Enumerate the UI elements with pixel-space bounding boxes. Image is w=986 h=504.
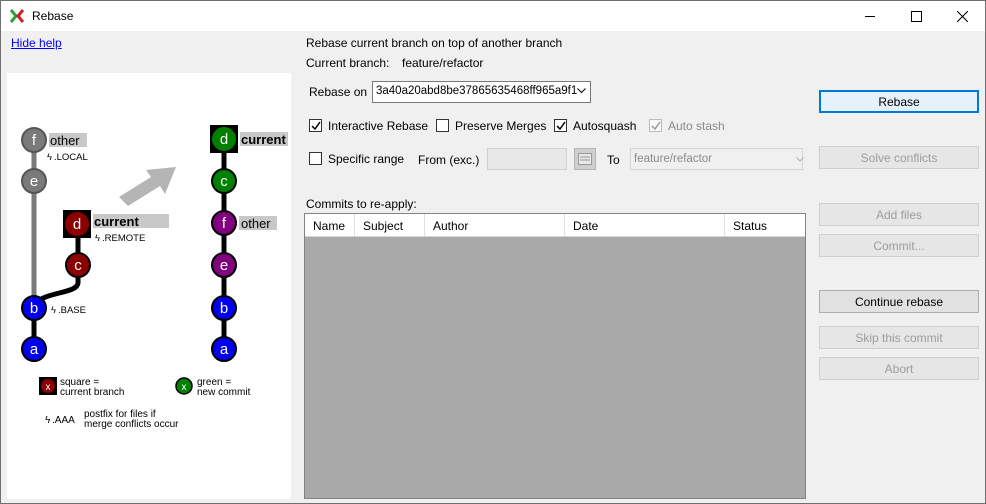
- title-bar: Rebase: [1, 1, 985, 31]
- current-branch-value: feature/refactor: [402, 56, 484, 70]
- close-button[interactable]: [939, 1, 985, 31]
- local-label: .LOCAL: [54, 152, 88, 163]
- rebase-window: Rebase Hide help f other ϟ .LOCAL e d cu…: [0, 0, 986, 504]
- rebase-on-combobox[interactable]: 3a40a20abd8be37865635468ff965a9f1: [372, 81, 591, 103]
- remote-label: .REMOTE: [102, 233, 145, 244]
- auto-stash-checkbox: [649, 119, 662, 132]
- to-value: feature/refactor: [634, 153, 712, 165]
- minimize-icon: [864, 15, 875, 17]
- rebase-on-label: Rebase on: [309, 85, 368, 99]
- commit-button[interactable]: Commit...: [819, 234, 979, 257]
- chevron-down-icon: [796, 157, 804, 162]
- column-header-date[interactable]: Date: [565, 214, 725, 236]
- minimize-button[interactable]: [847, 1, 893, 31]
- commits-label: Commits to re-apply:: [306, 197, 417, 211]
- close-icon: [956, 10, 968, 22]
- lightning-icon: ϟ: [47, 152, 52, 163]
- preserve-merges-checkbox[interactable]: [436, 119, 449, 132]
- commits-grid[interactable]: Name Subject Author Date Status: [304, 213, 806, 499]
- legend-text: merge conflicts occur: [84, 419, 179, 430]
- interactive-rebase-checkbox[interactable]: [309, 119, 322, 132]
- from-input: [487, 148, 567, 170]
- current-right-label: current: [241, 132, 286, 147]
- node-label: c: [220, 173, 228, 190]
- specific-range-label[interactable]: Specific range: [328, 152, 404, 166]
- lightning-icon: ϟ: [45, 415, 51, 426]
- lightning-icon: ϟ: [51, 305, 56, 316]
- column-header-status[interactable]: Status: [725, 214, 805, 236]
- abort-button[interactable]: Abort: [819, 357, 979, 380]
- lightning-icon: ϟ: [95, 233, 100, 244]
- autosquash-label[interactable]: Autosquash: [573, 119, 636, 133]
- auto-stash-label: Auto stash: [668, 119, 725, 133]
- maximize-icon: [910, 10, 922, 22]
- base-label: .BASE: [58, 305, 86, 316]
- maximize-button[interactable]: [893, 1, 939, 31]
- node-label: b: [220, 300, 228, 317]
- solve-conflicts-button[interactable]: Solve conflicts: [819, 146, 979, 169]
- current-label: current: [94, 214, 139, 229]
- node-label: a: [30, 341, 39, 358]
- legend-x: x: [46, 382, 51, 393]
- node-label: c: [74, 257, 82, 274]
- node-label: a: [220, 341, 229, 358]
- current-branch-label: Current branch:: [306, 56, 390, 70]
- chevron-down-icon: [577, 88, 586, 94]
- legend-aaa: .AAA: [52, 415, 75, 426]
- node-label: d: [220, 131, 228, 148]
- interactive-rebase-label[interactable]: Interactive Rebase: [328, 119, 428, 133]
- preserve-merges-label[interactable]: Preserve Merges: [455, 119, 546, 133]
- legend-x: x: [182, 382, 187, 393]
- to-combobox: feature/refactor: [630, 148, 804, 170]
- rebase-help-diagram: f other ϟ .LOCAL e d current ϟ .REMOTE c…: [21, 125, 288, 430]
- commits-grid-header: Name Subject Author Date Status: [305, 214, 805, 237]
- legend-text: current branch: [60, 387, 124, 398]
- page-heading: Rebase current branch on top of another …: [306, 36, 563, 50]
- rebase-button[interactable]: Rebase: [819, 90, 979, 113]
- to-label: To: [607, 153, 620, 167]
- specific-range-checkbox[interactable]: [309, 152, 322, 165]
- node-label: e: [220, 257, 228, 274]
- node-label: b: [30, 300, 38, 317]
- checkmark-icon: [311, 121, 321, 131]
- autosquash-checkbox[interactable]: [554, 119, 567, 132]
- node-label: e: [30, 173, 38, 190]
- column-header-author[interactable]: Author: [425, 214, 565, 236]
- continue-rebase-button[interactable]: Continue rebase: [819, 290, 979, 313]
- other-right-label: other: [241, 216, 271, 231]
- node-label: d: [73, 216, 81, 233]
- legend-text: new commit: [197, 387, 251, 398]
- skip-commit-button[interactable]: Skip this commit: [819, 326, 979, 349]
- git-extensions-icon: [10, 9, 24, 23]
- help-diagram-panel: f other ϟ .LOCAL e d current ϟ .REMOTE c…: [7, 73, 291, 499]
- other-label: other: [50, 133, 80, 148]
- checkmark-icon: [651, 121, 661, 131]
- rebase-on-value: 3a40a20abd8be37865635468ff965a9f1: [376, 85, 578, 97]
- commit-list-icon: [578, 153, 592, 165]
- add-files-button[interactable]: Add files: [819, 203, 979, 226]
- checkmark-icon: [556, 121, 566, 131]
- column-header-name[interactable]: Name: [305, 214, 355, 236]
- from-label: From (exc.): [418, 153, 480, 167]
- select-commit-button: [574, 148, 596, 170]
- window-title: Rebase: [32, 9, 74, 23]
- hide-help-link[interactable]: Hide help: [11, 36, 62, 50]
- arrow-icon: [119, 167, 176, 206]
- column-header-subject[interactable]: Subject: [355, 214, 425, 236]
